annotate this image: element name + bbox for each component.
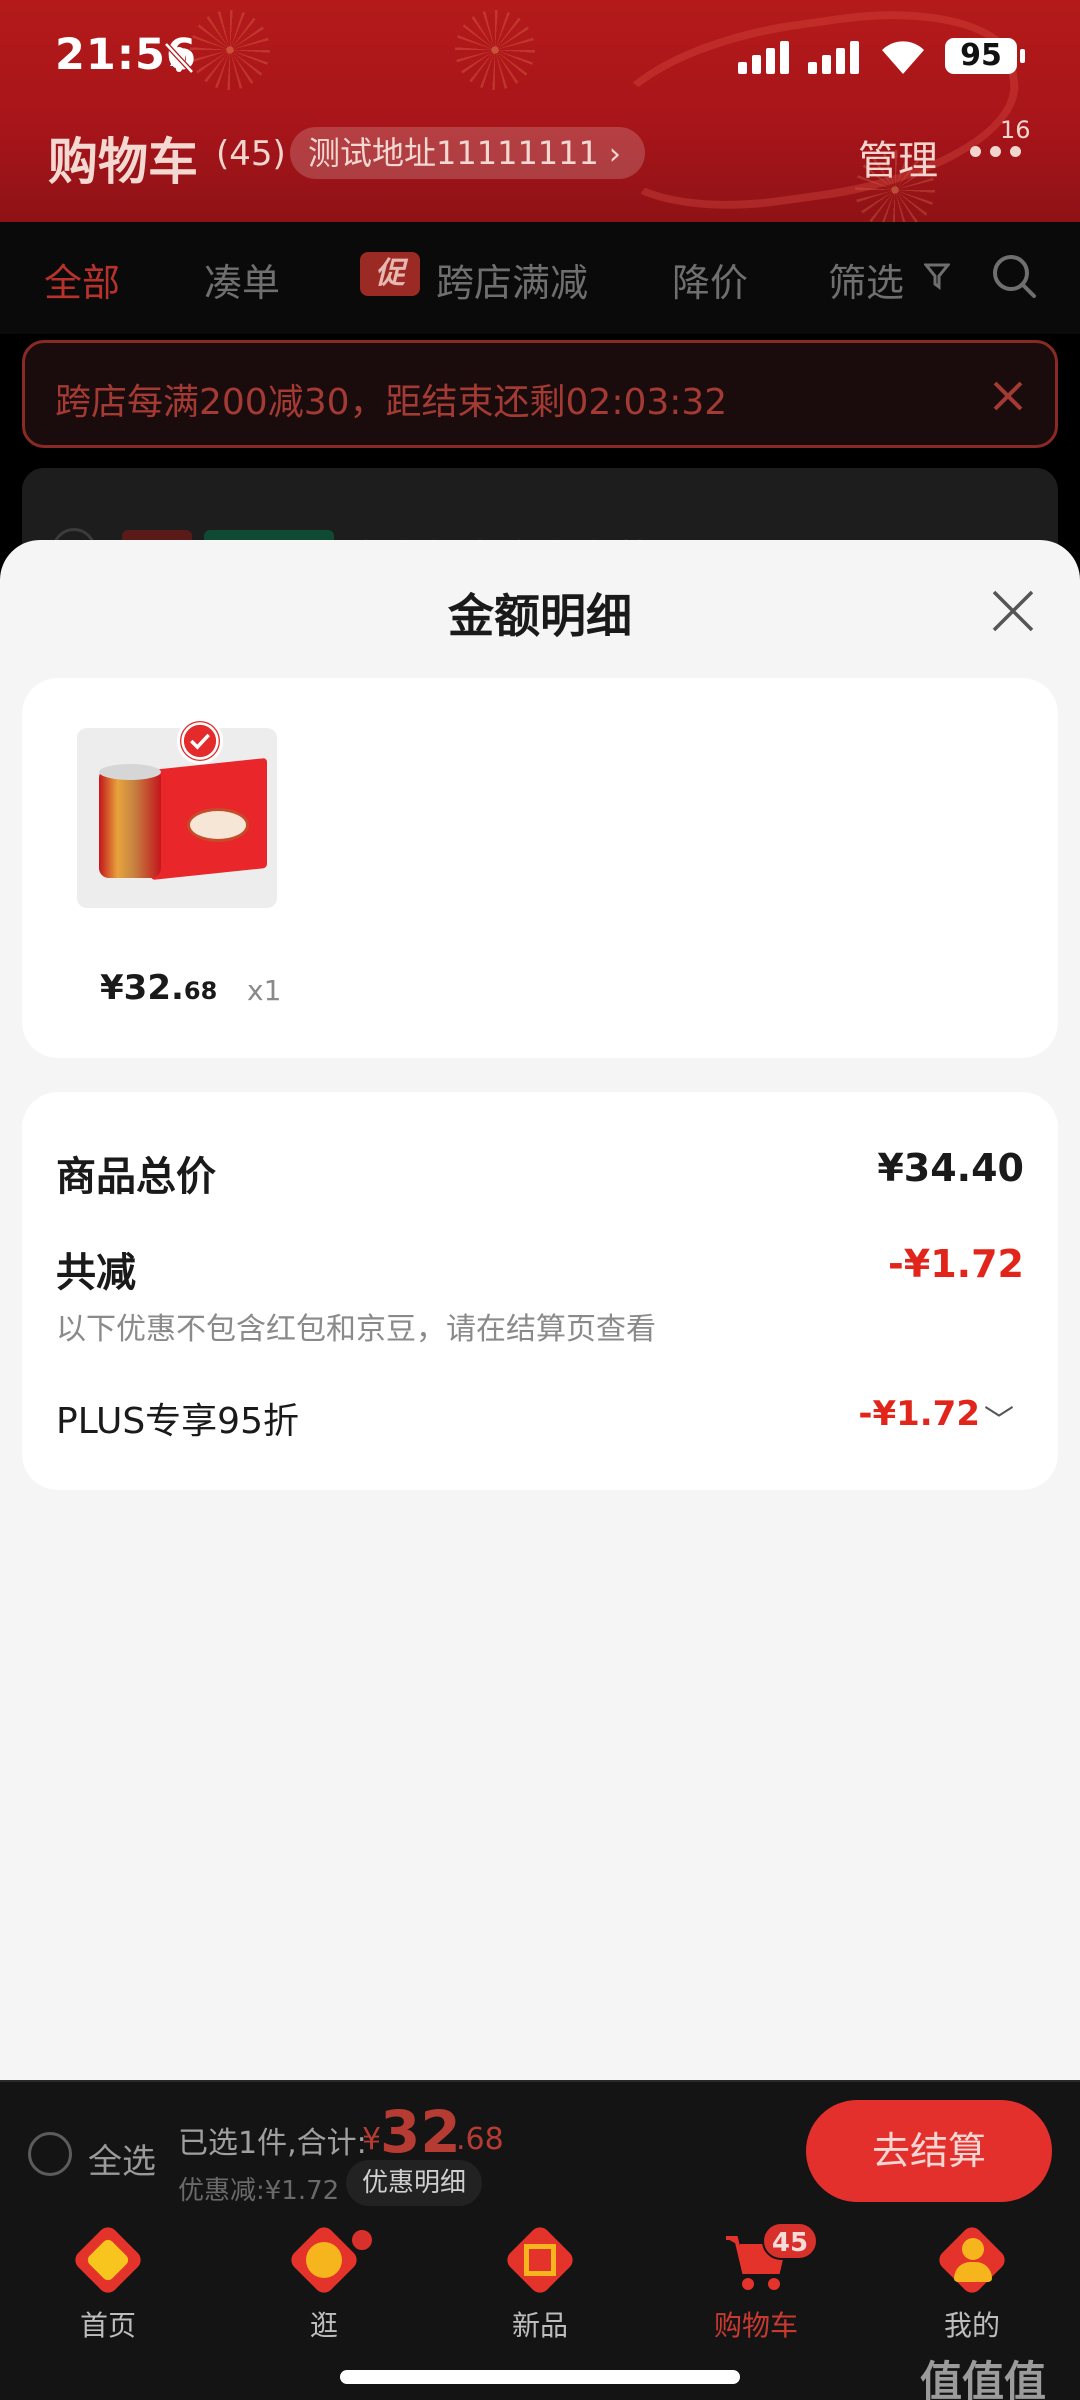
product-image[interactable] xyxy=(77,728,277,908)
home-indicator[interactable] xyxy=(340,2370,740,2384)
sheet-title: 金额明细 xyxy=(448,589,632,643)
nav-label: 购物车 xyxy=(713,2309,798,2342)
more-badge: 16 xyxy=(1000,116,1031,144)
cart-header: 21:56 95 购物车 (45) 测试地址11111111 › 管理 16 xyxy=(0,0,1080,222)
wifi-icon xyxy=(882,41,924,74)
checkout-button[interactable]: 去结算 xyxy=(806,2100,1052,2202)
promo-banner-text: 跨店每满200减30，距结束还剩02:03:32 xyxy=(55,382,728,423)
can-top-shape xyxy=(99,764,161,780)
total-integer: 32 xyxy=(380,2098,461,2166)
product-card: ¥32.68 x1 xyxy=(22,678,1058,1058)
close-icon[interactable] xyxy=(990,588,1036,634)
manage-button[interactable]: 管理 xyxy=(858,128,938,186)
explore-icon xyxy=(287,2223,361,2297)
select-all-label[interactable]: 全选 xyxy=(88,2134,156,2183)
filter-tabs: 全部 凑单 促 跨店满减 降价 筛选 xyxy=(0,222,1080,334)
product-price: ¥32.68 xyxy=(100,968,218,1008)
address-selector[interactable]: 测试地址11111111 › xyxy=(290,127,645,179)
filter-icon xyxy=(924,263,950,290)
nav-cart[interactable]: 购物车 xyxy=(648,2218,864,2358)
new-icon xyxy=(503,2223,577,2297)
close-icon[interactable] xyxy=(991,379,1025,413)
cell-signal-icon xyxy=(808,38,864,74)
selected-summary: 已选1件,合计: xyxy=(178,2126,367,2161)
home-icon xyxy=(71,2223,145,2297)
discount-label: 共减 xyxy=(56,1250,136,1296)
nav-new[interactable]: 新品 xyxy=(432,2218,648,2358)
discount-note: 以下优惠不包含红包和京豆，请在结算页查看 xyxy=(56,1312,656,1347)
more-icon[interactable] xyxy=(970,146,1026,160)
tab-price-drop[interactable]: 降价 xyxy=(672,252,748,307)
nav-profile[interactable]: 我的 xyxy=(864,2218,1080,2358)
discount-amount: -¥1.72 xyxy=(888,1242,1024,1286)
discount-summary: 优惠减:¥1.72 xyxy=(178,2176,340,2206)
promo-banner: 跨店每满200减30，距结束还剩02:03:32 xyxy=(22,340,1058,448)
bell-muted-icon xyxy=(164,42,194,74)
plus-discount-label: PLUS专享95折 xyxy=(56,1401,299,1442)
amount-detail-sheet: 金额明细 ¥32.68 x1 商品总价 ¥34.40 共减 -¥1.72 以下优… xyxy=(0,540,1080,2080)
profile-icon xyxy=(935,2223,1009,2297)
can-shape xyxy=(99,768,161,878)
product-quantity: x1 xyxy=(247,974,282,1007)
page-title: 购物车 xyxy=(48,133,198,191)
promo-tag: 促 xyxy=(360,252,420,296)
tab-filter[interactable]: 筛选 xyxy=(828,252,904,307)
checkout-bar: 全选 已选1件,合计: ¥ 32 .68 优惠减:¥1.72 优惠明细 去结算 xyxy=(0,2080,1080,2218)
nav-explore[interactable]: 逛 xyxy=(216,2218,432,2358)
nav-label: 逛 xyxy=(309,2309,338,2342)
watermark: 值值值 xyxy=(920,2357,1047,2400)
status-bar: 21:56 95 xyxy=(0,26,1080,86)
tab-all[interactable]: 全部 xyxy=(44,252,120,307)
notification-dot xyxy=(350,2228,374,2252)
chevron-right-icon: › xyxy=(608,137,621,172)
nav-label: 我的 xyxy=(943,2309,1000,2342)
cell-signal-icon xyxy=(738,38,794,74)
nav-home[interactable]: 首页 xyxy=(0,2218,216,2358)
battery-icon: 95 xyxy=(945,38,1025,74)
tab-combine[interactable]: 凑单 xyxy=(204,252,280,307)
bowl-shape xyxy=(187,808,249,842)
nav-label: 首页 xyxy=(79,2309,136,2342)
chevron-down-icon[interactable]: ﹀ xyxy=(984,1396,1014,1440)
cart-badge: 45 xyxy=(762,2222,818,2260)
discount-detail-button[interactable]: 优惠明细 xyxy=(346,2160,483,2206)
tab-cross-store[interactable]: 跨店满减 xyxy=(436,252,588,307)
select-all-checkbox[interactable] xyxy=(28,2132,72,2176)
address-text: 测试地址11111111 xyxy=(308,134,599,172)
search-icon[interactable] xyxy=(990,252,1038,300)
check-icon[interactable] xyxy=(177,718,223,764)
plus-discount-amount[interactable]: -¥1.72 xyxy=(858,1394,980,1434)
cart-count: (45) xyxy=(216,134,286,174)
nav-label: 新品 xyxy=(511,2309,568,2342)
total-price-amount: ¥34.40 xyxy=(877,1146,1024,1190)
total-price-label: 商品总价 xyxy=(56,1154,216,1200)
total-currency: ¥ xyxy=(362,2122,382,2157)
total-decimal: .68 xyxy=(456,2122,504,2157)
